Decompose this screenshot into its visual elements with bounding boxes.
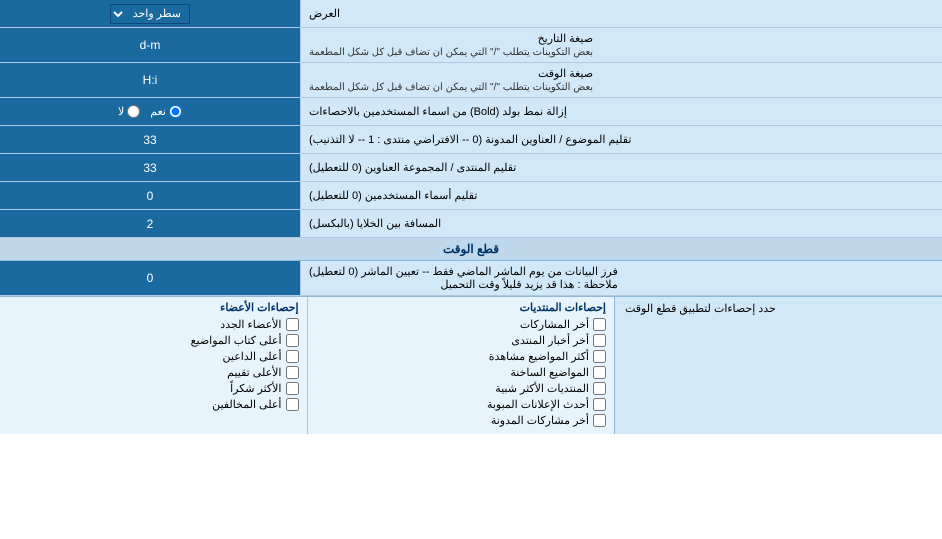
display-select-wrapper: سطر واحدسطرانثلاثة أسطر: [0, 0, 300, 27]
spacing-label: المسافة بين الخلايا (بالبكسل): [300, 210, 942, 237]
member-stat-4: الأعلى تقييم: [8, 366, 299, 379]
member-stats-col: إحصاءات الأعضاء الأعضاء الجدد أعلى كتاب …: [0, 297, 307, 434]
forum-stat-2: أخر أخبار المنتدى: [316, 334, 607, 347]
display-label: العرض: [300, 0, 942, 27]
topic-titles-label: تقليم الموضوع / العناوين المدونة (0 -- ا…: [300, 126, 942, 153]
member-stat-1-checkbox[interactable]: [286, 318, 299, 331]
cutoff-row: فرز البيانات من يوم الماشر الماضي فقط --…: [0, 261, 942, 296]
bold-yes-label[interactable]: نعم: [150, 105, 182, 118]
cutoff-label: فرز البيانات من يوم الماشر الماضي فقط --…: [300, 261, 942, 295]
member-stat-6-checkbox[interactable]: [286, 398, 299, 411]
member-stat-4-checkbox[interactable]: [286, 366, 299, 379]
time-format-input[interactable]: [6, 73, 294, 87]
forum-stat-4-checkbox[interactable]: [593, 366, 606, 379]
forum-stat-3: أكثر المواضيع مشاهدة: [316, 350, 607, 363]
time-format-row: صيغة الوقت بعض التكوينات يتطلب "/" التي …: [0, 63, 942, 98]
bold-label: إزالة نمط بولد (Bold) من اسماء المستخدمي…: [300, 98, 942, 125]
date-format-label: صيغة التاريخ بعض التكوينات يتطلب "/" الت…: [300, 28, 942, 62]
stats-section: حدد إحصاءات لتطبيق قطع الوقت إحصاءات الم…: [0, 296, 942, 434]
forum-titles-input-wrapper: [0, 154, 300, 181]
bold-radio-group: نعم لا: [118, 105, 182, 118]
member-stat-5: الأكثر شكراً: [8, 382, 299, 395]
forum-stat-5-checkbox[interactable]: [593, 382, 606, 395]
forum-stat-7: أخر مشاركات المدونة: [316, 414, 607, 427]
stats-section-label: حدد إحصاءات لتطبيق قطع الوقت: [614, 297, 942, 434]
member-stat-2: أعلى كتاب المواضيع: [8, 334, 299, 347]
forum-stat-1: أخر المشاركات: [316, 318, 607, 331]
topic-titles-row: تقليم الموضوع / العناوين المدونة (0 -- ا…: [0, 126, 942, 154]
bold-no-radio[interactable]: [127, 105, 140, 118]
date-format-row: صيغة التاريخ بعض التكوينات يتطلب "/" الت…: [0, 28, 942, 63]
forum-stat-5: المنتديات الأكثر شبية: [316, 382, 607, 395]
member-stat-1: الأعضاء الجدد: [8, 318, 299, 331]
display-row: العرض سطر واحدسطرانثلاثة أسطر: [0, 0, 942, 28]
topic-titles-input[interactable]: [6, 133, 294, 147]
forum-stats-header: إحصاءات المنتديات: [316, 301, 607, 314]
bold-radio-wrapper: نعم لا: [0, 98, 300, 125]
date-format-input[interactable]: [6, 38, 294, 52]
forum-titles-row: تقليم المنتدى / المجموعة العناوين (0 للت…: [0, 154, 942, 182]
forum-stat-1-checkbox[interactable]: [593, 318, 606, 331]
usernames-row: تقليم أسماء المستخدمين (0 للتعطيل): [0, 182, 942, 210]
member-stat-3: أعلى الداعين: [8, 350, 299, 363]
member-stat-3-checkbox[interactable]: [286, 350, 299, 363]
spacing-row: المسافة بين الخلايا (بالبكسل): [0, 210, 942, 238]
forum-stats-col: إحصاءات المنتديات أخر المشاركات أخر أخبا…: [307, 297, 615, 434]
usernames-input-wrapper: [0, 182, 300, 209]
display-select[interactable]: سطر واحدسطرانثلاثة أسطر: [110, 4, 190, 24]
forum-stat-6: أحدث الإعلانات المبوبة: [316, 398, 607, 411]
cutoff-input[interactable]: [6, 271, 294, 285]
forum-titles-input[interactable]: [6, 161, 294, 175]
date-format-input-wrapper: [0, 28, 300, 62]
time-format-label: صيغة الوقت بعض التكوينات يتطلب "/" التي …: [300, 63, 942, 97]
bold-yes-radio[interactable]: [169, 105, 182, 118]
spacing-input-wrapper: [0, 210, 300, 237]
usernames-label: تقليم أسماء المستخدمين (0 للتعطيل): [300, 182, 942, 209]
cutoff-input-wrapper: [0, 261, 300, 295]
checkbox-columns: إحصاءات المنتديات أخر المشاركات أخر أخبا…: [0, 297, 614, 434]
forum-stat-4: المواضيع الساخنة: [316, 366, 607, 379]
cutoff-header: قطع الوقت: [0, 238, 942, 261]
member-stat-5-checkbox[interactable]: [286, 382, 299, 395]
main-container: العرض سطر واحدسطرانثلاثة أسطر صيغة التار…: [0, 0, 942, 434]
bold-row: إزالة نمط بولد (Bold) من اسماء المستخدمي…: [0, 98, 942, 126]
forum-titles-label: تقليم المنتدى / المجموعة العناوين (0 للت…: [300, 154, 942, 181]
member-stats-header: إحصاءات الأعضاء: [8, 301, 299, 314]
member-stat-6: أعلى المخالفين: [8, 398, 299, 411]
bold-no-label[interactable]: لا: [118, 105, 140, 118]
forum-stat-2-checkbox[interactable]: [593, 334, 606, 347]
spacing-input[interactable]: [6, 217, 294, 231]
time-format-input-wrapper: [0, 63, 300, 97]
forum-stat-6-checkbox[interactable]: [593, 398, 606, 411]
member-stat-2-checkbox[interactable]: [286, 334, 299, 347]
topic-titles-input-wrapper: [0, 126, 300, 153]
usernames-input[interactable]: [6, 189, 294, 203]
forum-stat-7-checkbox[interactable]: [593, 414, 606, 427]
forum-stat-3-checkbox[interactable]: [593, 350, 606, 363]
